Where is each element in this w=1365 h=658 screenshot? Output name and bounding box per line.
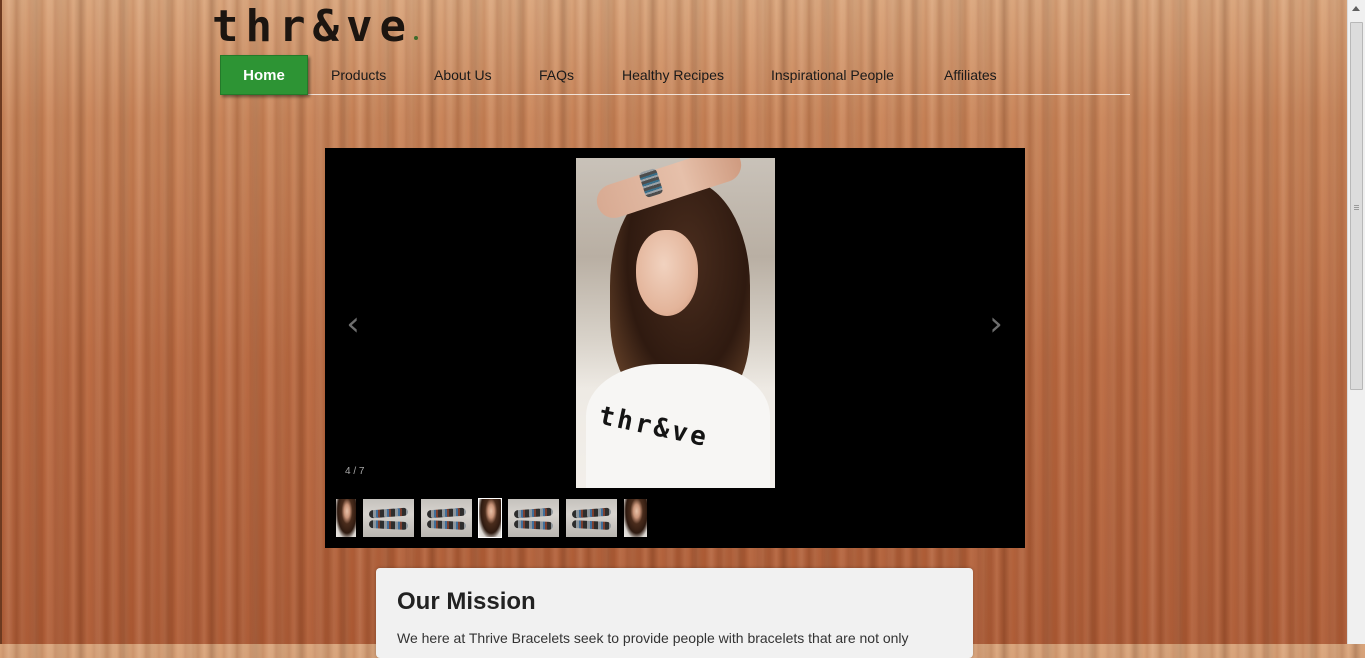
nav-item-faqs[interactable]: FAQs — [539, 55, 574, 95]
chevron-right-icon[interactable]: › — [985, 304, 1007, 344]
slide-image: thr&ve — [576, 158, 775, 488]
thumbnail-6[interactable] — [566, 499, 617, 537]
thumbnail-1[interactable] — [336, 499, 356, 537]
thumbnail-7[interactable] — [624, 499, 647, 537]
vertical-scrollbar[interactable] — [1347, 0, 1365, 644]
mission-title: Our Mission — [397, 588, 536, 615]
logo-dot — [414, 36, 418, 40]
scroll-grip-icon — [1354, 205, 1359, 206]
nav-item-healthy-recipes[interactable]: Healthy Recipes — [622, 55, 724, 95]
slide-counter: 4 / 7 — [345, 466, 365, 477]
thumbnail-3[interactable] — [421, 499, 472, 537]
mission-section: Our Mission We here at Thrive Bracelets … — [376, 568, 973, 658]
nav-item-home[interactable]: Home — [220, 55, 308, 95]
image-slider: thr&ve ‹ › 4 / 7 — [325, 148, 1025, 548]
site-logo[interactable]: thr&ve — [212, 4, 413, 50]
nav-item-inspirational-people[interactable]: Inspirational People — [771, 55, 894, 95]
scroll-thumb[interactable] — [1350, 22, 1363, 390]
thumbnail-5[interactable] — [508, 499, 559, 537]
scroll-up-arrow-icon[interactable] — [1352, 6, 1360, 11]
nav-item-products[interactable]: Products — [331, 55, 386, 95]
photo-face — [636, 230, 698, 316]
page-edge — [0, 0, 2, 644]
main-nav: Home Products About Us FAQs Healthy Reci… — [220, 55, 1130, 95]
chevron-left-icon[interactable]: ‹ — [342, 304, 364, 344]
logo-text: thr&ve — [212, 1, 413, 52]
nav-item-about-us[interactable]: About Us — [434, 55, 492, 95]
nav-item-affiliates[interactable]: Affiliates — [944, 55, 997, 95]
thumbnail-2[interactable] — [363, 499, 414, 537]
thumbnail-4[interactable] — [478, 498, 502, 538]
